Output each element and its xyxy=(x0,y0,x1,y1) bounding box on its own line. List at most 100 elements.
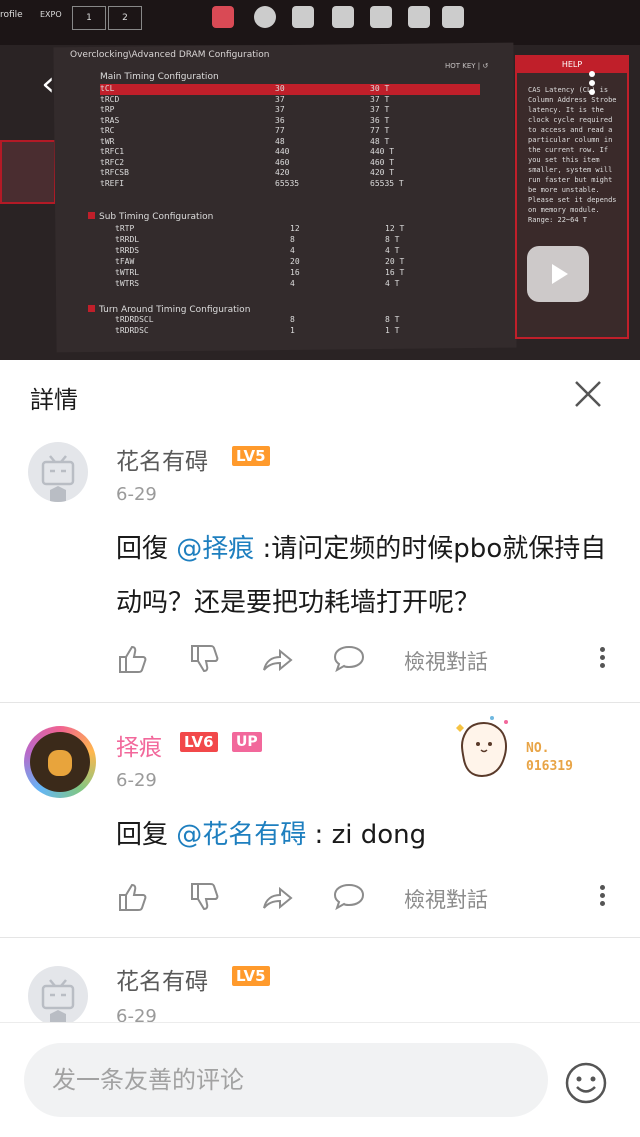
profile-2-button: 2 xyxy=(108,6,142,30)
timing-setting: 37 T xyxy=(370,94,390,104)
main-timing-title: Main Timing Configuration xyxy=(100,72,219,82)
timing-row: tRFCSB 420 420 T xyxy=(100,168,480,179)
timing-name: tRFCSB xyxy=(100,168,129,177)
timing-value: 36 xyxy=(275,115,285,125)
comment-date: 6-29 xyxy=(116,770,157,791)
timing-value: 420 xyxy=(275,168,290,177)
comment-bubble-icon xyxy=(333,645,365,673)
timing-row: tRFC1 440 440 T xyxy=(100,147,480,158)
timing-setting: 36 T xyxy=(370,115,390,125)
timing-name: tREFI xyxy=(100,178,125,188)
reply-button[interactable] xyxy=(332,642,368,678)
timing-value: 460 xyxy=(275,157,290,167)
timing-name: tRRDL xyxy=(115,235,140,244)
timing-value: 20 xyxy=(290,257,300,266)
comment-actions: 檢視對話 xyxy=(116,642,616,682)
timing-setting: 420 T xyxy=(370,168,395,177)
divider xyxy=(0,702,640,703)
profile-1-button: 1 xyxy=(72,6,106,30)
timing-setting: 8 T xyxy=(385,235,400,244)
fan-mascot-icon xyxy=(456,716,508,778)
timing-row: tRAS 36 36 T xyxy=(100,116,480,127)
timing-name: tRP xyxy=(100,105,115,114)
timing-row: tREFI 65535 65535 T xyxy=(100,179,480,190)
close-button[interactable] xyxy=(570,376,606,412)
timing-setting: 12 T xyxy=(385,224,405,233)
fan-badge: NO. 016319 xyxy=(448,712,598,784)
avatar[interactable] xyxy=(28,966,88,1026)
disk-icon xyxy=(254,6,276,28)
card-icon xyxy=(408,6,430,28)
timing-row: tCL 30 30 T xyxy=(100,84,480,95)
timing-row: tRP 37 37 T xyxy=(100,105,480,116)
timing-value: 12 xyxy=(290,224,300,233)
timing-value: 30 xyxy=(275,84,285,93)
like-button[interactable] xyxy=(116,642,152,678)
timing-value: 4 xyxy=(290,279,295,288)
expo-label: EXPO xyxy=(40,10,62,19)
timing-row: tRRDL 8 8 T xyxy=(115,235,495,246)
timing-row: tRC 77 77 T xyxy=(100,126,480,137)
username[interactable]: 花名有碍 xyxy=(116,962,208,996)
thumbs-up-icon xyxy=(119,645,147,673)
more-options-icon[interactable] xyxy=(596,882,608,912)
reply-prefix: 回复 xyxy=(116,820,177,850)
timing-name: tRAS xyxy=(100,115,120,125)
dislike-button[interactable] xyxy=(188,642,224,678)
bios-top-strip: rofile EXPO 1 2 xyxy=(0,0,640,45)
timing-row: tRDRDSCL 8 8 T xyxy=(115,315,495,326)
video-menu-icon[interactable] xyxy=(582,68,602,102)
view-conversation-link[interactable]: 檢視對話 xyxy=(404,884,488,914)
timing-setting: 4 T xyxy=(385,246,400,255)
timing-row: tWTRS 4 4 T xyxy=(115,279,495,290)
mention-link[interactable]: @花名有碍 xyxy=(176,820,306,850)
timing-setting: 4 T xyxy=(385,279,400,288)
avatar-character xyxy=(48,750,72,776)
back-button[interactable]: ‹ xyxy=(36,67,60,101)
hotkey-label: HOT KEY | ↺ xyxy=(445,62,489,70)
reply-button[interactable] xyxy=(332,880,368,916)
timing-setting: 30 T xyxy=(370,84,390,93)
timing-name: tRDRDSCL xyxy=(115,315,154,324)
username[interactable]: 花名有碍 xyxy=(116,442,208,476)
timing-row: tRDRDSC 1 1 T xyxy=(115,326,495,337)
timing-value: 440 xyxy=(275,147,290,156)
comment-input-bar xyxy=(0,1022,640,1137)
timing-setting: 440 T xyxy=(370,147,395,156)
timing-name: tWTRS xyxy=(115,279,140,288)
timing-value: 4 xyxy=(290,246,295,255)
view-conversation-link[interactable]: 檢視對話 xyxy=(404,646,488,676)
video-player[interactable]: rofile EXPO 1 2 Overclocking\Advanced DR… xyxy=(0,0,640,360)
more-options-icon[interactable] xyxy=(596,644,608,674)
share-button[interactable] xyxy=(260,642,296,678)
level-badge: LV5 xyxy=(232,966,270,986)
mention-link[interactable]: @择痕 xyxy=(176,534,254,564)
like-button[interactable] xyxy=(116,880,152,916)
timing-name: tRFC1 xyxy=(100,147,125,156)
fan-number: NO. 016319 xyxy=(526,740,573,776)
timing-value: 8 xyxy=(290,235,295,244)
usb-icon xyxy=(332,6,354,28)
avatar[interactable] xyxy=(28,442,88,502)
timing-setting: 460 T xyxy=(370,157,395,167)
timing-name: tRTP xyxy=(115,224,135,233)
sub-timing-title: Sub Timing Configuration xyxy=(88,212,213,222)
timing-setting: 1 T xyxy=(385,326,400,335)
timing-setting: 16 T xyxy=(385,268,405,277)
comment-input[interactable] xyxy=(24,1043,548,1117)
page-title: 詳情 xyxy=(30,386,78,414)
usb-icon xyxy=(292,6,314,28)
timing-name: tRDRDSC xyxy=(115,326,149,335)
help-title: HELP xyxy=(517,57,627,73)
timing-row: tRTP 12 12 T xyxy=(115,224,495,235)
share-button[interactable] xyxy=(260,880,296,916)
emoji-button[interactable] xyxy=(564,1061,608,1105)
bios-breadcrumb: Overclocking\Advanced DRAM Configuration xyxy=(70,50,270,60)
username[interactable]: 择痕 xyxy=(116,728,162,762)
boot-device-icon xyxy=(212,6,234,28)
dislike-button[interactable] xyxy=(188,880,224,916)
network-icon xyxy=(442,6,464,28)
default-avatar-icon xyxy=(41,455,75,502)
avatar[interactable] xyxy=(24,726,96,798)
timing-name: tRFC2 xyxy=(100,157,125,167)
